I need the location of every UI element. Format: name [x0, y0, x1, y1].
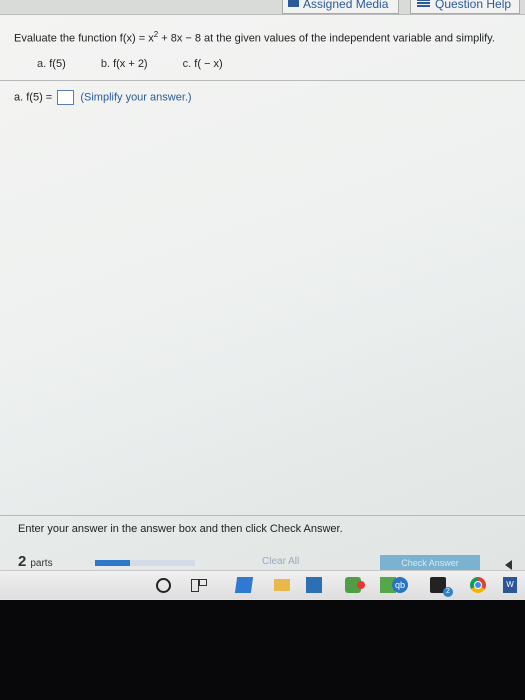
media-icon [288, 0, 299, 7]
part-c: c. f( − x) [182, 58, 223, 70]
divider [0, 80, 525, 81]
question-parts: a. f(5) b. f(x + 2) c. f( − x) [37, 58, 255, 70]
question-text: Evaluate the function f(x) = x2 + 8x − 8… [14, 30, 495, 45]
task-view-icon[interactable] [191, 577, 207, 593]
part-b: b. f(x + 2) [100, 58, 148, 70]
progress-bar [95, 560, 195, 566]
parts-label: parts [30, 558, 53, 569]
instruction-text: Enter your answer in the answer box and … [18, 523, 343, 535]
chrome-icon[interactable] [470, 577, 486, 593]
clear-all-button[interactable]: Clear All [262, 556, 299, 567]
part-a: a. f(5) [37, 58, 66, 70]
question-help-label: Question Help [435, 0, 512, 11]
answer-hint: (Simplify your answer.) [80, 91, 192, 104]
answer-label: a. f(5) = [14, 91, 53, 104]
quickbooks-icon[interactable]: qb [392, 577, 408, 593]
answer-input[interactable] [57, 90, 75, 105]
screen-bezel [0, 600, 525, 700]
divider [0, 515, 525, 516]
assigned-media-label: Assigned Media [303, 0, 389, 11]
parts-number: 2 [18, 553, 27, 570]
file-explorer-icon[interactable] [274, 579, 290, 591]
store-icon[interactable] [306, 577, 322, 593]
progress-fill [95, 560, 130, 566]
prev-arrow-icon[interactable] [505, 560, 512, 570]
assigned-media-button[interactable]: Assigned Media [282, 0, 400, 14]
parts-indicator: 2 parts [18, 553, 53, 570]
browser-screen: Assigned Media Question Help Evaluate th… [0, 0, 525, 600]
taskbar: qb 2 W [0, 570, 525, 599]
word-icon[interactable]: W [503, 577, 517, 593]
search-icon[interactable] [156, 578, 171, 593]
check-answer-button[interactable]: Check Answer [380, 555, 480, 571]
top-toolbar: Assigned Media Question Help [0, 0, 525, 15]
list-icon [417, 0, 430, 7]
answer-row: a. f(5) = (Simplify your answer.) [14, 90, 192, 105]
question-help-button[interactable]: Question Help [410, 0, 521, 14]
edge-icon[interactable] [234, 577, 254, 593]
close-icon [357, 581, 365, 589]
notification-badge: 2 [443, 587, 453, 597]
